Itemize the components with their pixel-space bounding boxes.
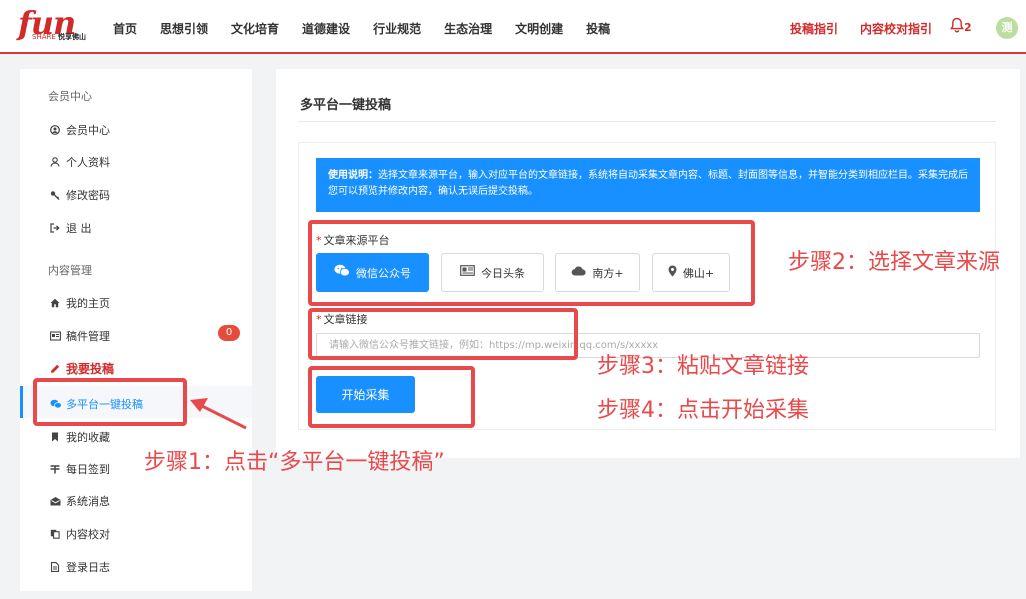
- sidebar-item-label: 会员中心: [66, 124, 110, 137]
- sidebar-item-system-messages[interactable]: 系统消息: [50, 493, 110, 509]
- pencil-icon: [50, 364, 60, 374]
- avatar[interactable]: 测: [996, 17, 1018, 39]
- envelope-icon: [50, 496, 61, 506]
- bookmark-icon: [50, 432, 60, 442]
- sidebar-item-my-home[interactable]: 我的主页: [50, 295, 110, 311]
- key-icon: [50, 190, 60, 200]
- notification-count: 2: [964, 21, 972, 34]
- sidebar-item-login-log[interactable]: 登录日志: [50, 559, 110, 575]
- page-title: 多平台一键投稿: [300, 98, 392, 113]
- notice-text: 选择文章来源平台，输入对应平台的文章链接，系统将自动采集文章内容、标题、封面图等…: [328, 170, 968, 197]
- sidebar-item-label: 每日签到: [66, 463, 110, 476]
- home-icon: [50, 298, 60, 308]
- step3-annotation: 步骤3：粘贴文章链接: [597, 354, 809, 379]
- sidebar-item-label: 我的主页: [66, 297, 110, 310]
- nav-submit[interactable]: 投稿: [586, 20, 610, 37]
- nav-thought[interactable]: 思想引领: [160, 20, 208, 37]
- main-nav: 首页 思想引领 文化培育 道德建设 行业规范 生态治理 文明创建 投稿: [113, 20, 633, 37]
- sidebar-item-manuscript[interactable]: 稿件管理: [50, 328, 110, 344]
- sidebar-item-favorites[interactable]: 我的收藏: [50, 429, 110, 445]
- sidebar-item-proofread[interactable]: 内容校对: [50, 526, 110, 542]
- user-circle-icon: [50, 125, 60, 135]
- usage-notice: 使用说明：选择文章来源平台，输入对应平台的文章链接，系统将自动采集文章内容、标题…: [316, 158, 980, 212]
- sidebar-item-label: 内容校对: [66, 528, 110, 541]
- sidebar-item-logout[interactable]: 退 出: [50, 220, 92, 236]
- sidebar-item-label: 系统消息: [66, 495, 110, 508]
- nav-culture[interactable]: 文化培育: [231, 20, 279, 37]
- copy-icon: [50, 529, 60, 539]
- sidebar-item-label: 我的收藏: [66, 431, 110, 444]
- submission-guide-link[interactable]: 投稿指引: [790, 20, 838, 37]
- notice-title: 使用说明：: [328, 170, 378, 181]
- sidebar-item-label: 我要投稿: [66, 362, 115, 376]
- step4-highlight-box: [308, 366, 475, 428]
- nav-home[interactable]: 首页: [113, 20, 137, 37]
- sidebar-item-label: 个人资料: [66, 156, 110, 169]
- proofread-guide-link[interactable]: 内容校对指引: [860, 20, 932, 37]
- member-section-title: 会员中心: [48, 90, 92, 103]
- top-header: fun SHARE 悦享佛山 首页 思想引领 文化培育 道德建设 行业规范 生态…: [0, 0, 1026, 54]
- sidebar-item-label: 稿件管理: [66, 330, 110, 343]
- content-section-title: 内容管理: [48, 264, 92, 277]
- manuscript-icon: [50, 331, 61, 341]
- step2-highlight-box: [308, 220, 755, 306]
- step1-arrow-icon: [190, 398, 247, 430]
- sidebar-item-submit[interactable]: 我要投稿: [50, 360, 114, 377]
- sidebar-item-member-center[interactable]: 会员中心: [50, 122, 110, 138]
- site-logo[interactable]: fun SHARE 悦享佛山: [18, 4, 94, 46]
- user-icon: [50, 157, 60, 167]
- step1-highlight-box: [33, 378, 187, 426]
- signin-icon: [50, 464, 60, 474]
- step4-annotation: 步骤4：点击开始采集: [597, 398, 809, 423]
- manuscript-count-badge: 0: [218, 325, 240, 341]
- logout-icon: [50, 223, 60, 233]
- step3-highlight-box: [308, 308, 578, 360]
- nav-industry[interactable]: 行业规范: [373, 20, 421, 37]
- logo-subtitle: SHARE 悦享佛山: [32, 33, 87, 41]
- file-icon: [50, 562, 60, 572]
- title-divider: [298, 121, 996, 122]
- sidebar-item-profile[interactable]: 个人资料: [50, 154, 110, 170]
- sidebar-item-change-password[interactable]: 修改密码: [50, 187, 110, 203]
- bell-icon[interactable]: [950, 17, 964, 36]
- sidebar-item-label: 登录日志: [66, 561, 110, 574]
- step2-annotation: 步骤2：选择文章来源: [788, 250, 1000, 275]
- step1-annotation: 步骤1：点击“多平台一键投稿”: [144, 450, 445, 475]
- sidebar-item-label: 修改密码: [66, 189, 110, 202]
- nav-ecology[interactable]: 生态治理: [444, 20, 492, 37]
- sidebar-item-label: 退 出: [66, 222, 92, 235]
- sidebar-item-daily-signin[interactable]: 每日签到: [50, 461, 110, 477]
- nav-morality[interactable]: 道德建设: [302, 20, 350, 37]
- nav-civilization[interactable]: 文明创建: [515, 20, 563, 37]
- sidebar: 会员中心 会员中心 个人资料 修改密码 退 出 内容管理 我的主页 稿件管理 0…: [20, 69, 252, 591]
